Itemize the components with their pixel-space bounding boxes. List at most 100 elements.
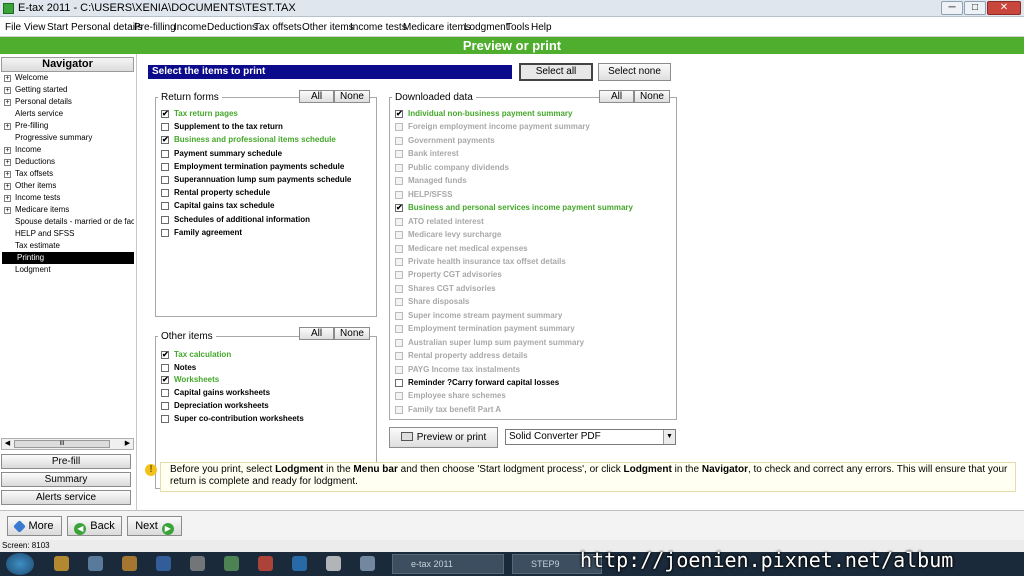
- navigator-item-tax-estimate[interactable]: Tax estimate: [4, 240, 134, 252]
- start-button[interactable]: [6, 553, 34, 575]
- checkbox[interactable]: [161, 215, 169, 224]
- navigator-item-income[interactable]: + Income: [4, 144, 134, 156]
- checkbox[interactable]: [395, 365, 403, 374]
- navigator-item-personal-details[interactable]: + Personal details: [4, 96, 134, 108]
- taskbar-app-icon[interactable]: [360, 556, 375, 571]
- checkbox[interactable]: [395, 392, 403, 401]
- menu-other-items[interactable]: Other items: [302, 22, 354, 33]
- downloaded-data-item[interactable]: Private health insurance tax offset deta…: [395, 256, 665, 268]
- select-all-button[interactable]: Select all: [519, 63, 593, 81]
- downloaded-data-item[interactable]: ATO related interest: [395, 216, 665, 228]
- downloaded-data-item[interactable]: Managed funds: [395, 175, 665, 187]
- checkbox[interactable]: [395, 257, 403, 266]
- taskbar-app-icon[interactable]: [54, 556, 69, 571]
- downloaded-data-item[interactable]: Medicare net medical expenses: [395, 243, 665, 255]
- checkbox[interactable]: [395, 217, 403, 226]
- checkbox[interactable]: [161, 401, 169, 410]
- menu-start[interactable]: Start: [47, 22, 68, 33]
- checkbox[interactable]: [395, 405, 403, 414]
- checkbox[interactable]: [161, 389, 169, 398]
- expand-icon[interactable]: +: [4, 99, 11, 106]
- taskbar-app-icon[interactable]: [258, 556, 273, 571]
- checkbox[interactable]: [395, 150, 403, 159]
- checkbox[interactable]: [395, 163, 403, 172]
- pre-fill-button[interactable]: Pre-fill: [1, 454, 131, 469]
- maximize-button[interactable]: □: [964, 1, 986, 15]
- downloaded-data-item[interactable]: Medicare levy surcharge: [395, 229, 665, 241]
- checkbox-checked[interactable]: ✔: [161, 376, 169, 385]
- checkbox[interactable]: [161, 363, 169, 372]
- menu-lodgment[interactable]: Lodgment: [464, 22, 508, 33]
- next-button[interactable]: Next ▶: [127, 516, 182, 536]
- menu-help[interactable]: Help: [531, 22, 552, 33]
- expand-icon[interactable]: +: [4, 75, 11, 82]
- navigator-item-income-tests[interactable]: + Income tests: [4, 192, 134, 204]
- navigator-item-other-items[interactable]: + Other items: [4, 180, 134, 192]
- navigator-item-printing[interactable]: Printing: [2, 252, 134, 264]
- checkbox-checked[interactable]: ✔: [161, 351, 169, 359]
- checkbox[interactable]: [395, 379, 403, 387]
- navigator-item-lodgment[interactable]: Lodgment: [4, 264, 134, 276]
- expand-icon[interactable]: +: [4, 171, 11, 178]
- menu-income[interactable]: Income: [174, 22, 207, 33]
- checkbox[interactable]: [395, 352, 403, 361]
- preview-or-print-button[interactable]: Preview or print: [389, 427, 498, 448]
- navigator-scrollbar[interactable]: ◀ III ▶: [1, 438, 134, 450]
- downloaded-data-item[interactable]: ✔ Individual non-business payment summary: [395, 108, 665, 120]
- menu-file[interactable]: File: [5, 22, 21, 33]
- downloaded-data-item[interactable]: ✔ Business and personal services income p…: [395, 202, 665, 214]
- menu-view[interactable]: View: [24, 22, 46, 33]
- return-forms-all-button[interactable]: All: [299, 90, 334, 103]
- checkbox[interactable]: [395, 298, 403, 307]
- downloaded-data-item[interactable]: Government payments: [395, 135, 665, 147]
- navigator-item-welcome[interactable]: + Welcome: [4, 72, 134, 84]
- menu-income-tests[interactable]: Income tests: [350, 22, 407, 33]
- checkbox[interactable]: [161, 228, 169, 237]
- other-items-none-button[interactable]: None: [334, 327, 370, 340]
- downloaded-data-item[interactable]: PAYG Income tax instalments: [395, 364, 665, 376]
- taskbar-app-icon[interactable]: [292, 556, 307, 571]
- scroll-thumb[interactable]: III: [14, 440, 110, 448]
- checkbox[interactable]: [161, 123, 169, 132]
- checkbox[interactable]: [161, 414, 169, 423]
- summary-button[interactable]: Summary: [1, 472, 131, 487]
- checkbox[interactable]: [395, 284, 403, 293]
- taskbar-app-icon[interactable]: [326, 556, 341, 571]
- navigator-item-tax-offsets[interactable]: + Tax offsets: [4, 168, 134, 180]
- downloaded-data-item[interactable]: Employee share schemes: [395, 390, 665, 402]
- navigator-item-getting-started[interactable]: + Getting started: [4, 84, 134, 96]
- downloaded-data-item[interactable]: Property CGT advisories: [395, 269, 665, 281]
- expand-icon[interactable]: +: [4, 159, 11, 166]
- downloaded-data-item[interactable]: Bank interest: [395, 148, 665, 160]
- checkbox[interactable]: [395, 123, 403, 132]
- checkbox[interactable]: [395, 325, 403, 334]
- navigator-item-deductions[interactable]: + Deductions: [4, 156, 134, 168]
- checkbox[interactable]: [395, 311, 403, 320]
- downloaded-data-item[interactable]: HELP/SFSS: [395, 189, 665, 201]
- checkbox[interactable]: [395, 338, 403, 347]
- downloaded-data-item[interactable]: Shares CGT advisories: [395, 283, 665, 295]
- chevron-down-icon[interactable]: ▼: [663, 430, 675, 444]
- checkbox[interactable]: [161, 176, 169, 184]
- menu-personal-details[interactable]: Personal details: [71, 22, 142, 33]
- downloaded-data-item[interactable]: Foreign employment income payment summar…: [395, 121, 665, 133]
- taskbar-app-icon[interactable]: [156, 556, 171, 571]
- checkbox[interactable]: [161, 189, 169, 198]
- back-button[interactable]: ◀ Back: [67, 516, 122, 536]
- navigator-item-progressive-summary[interactable]: Progressive summary: [4, 132, 134, 144]
- other-items-all-button[interactable]: All: [299, 327, 334, 340]
- alerts-service-button[interactable]: Alerts service: [1, 490, 131, 505]
- downloaded-data-item[interactable]: Reminder ?Carry forward capital losses: [395, 377, 665, 389]
- checkbox-checked[interactable]: ✔: [395, 204, 403, 213]
- navigator-item-help-and-sfss[interactable]: HELP and SFSS: [4, 228, 134, 240]
- checkbox[interactable]: [161, 162, 169, 171]
- navigator-item-spouse-details-married-or-de-facto[interactable]: Spouse details - married or de facto: [4, 216, 134, 228]
- downloaded-all-button[interactable]: All: [599, 90, 634, 103]
- navigator-item-alerts-service[interactable]: Alerts service: [4, 108, 134, 120]
- checkbox-checked[interactable]: ✔: [161, 110, 169, 118]
- expand-icon[interactable]: +: [4, 195, 11, 202]
- downloaded-data-item[interactable]: Family tax benefit Part A: [395, 404, 665, 416]
- checkbox[interactable]: [395, 231, 403, 240]
- downloaded-data-item[interactable]: Super income stream payment summary: [395, 310, 665, 322]
- downloaded-none-button[interactable]: None: [634, 90, 670, 103]
